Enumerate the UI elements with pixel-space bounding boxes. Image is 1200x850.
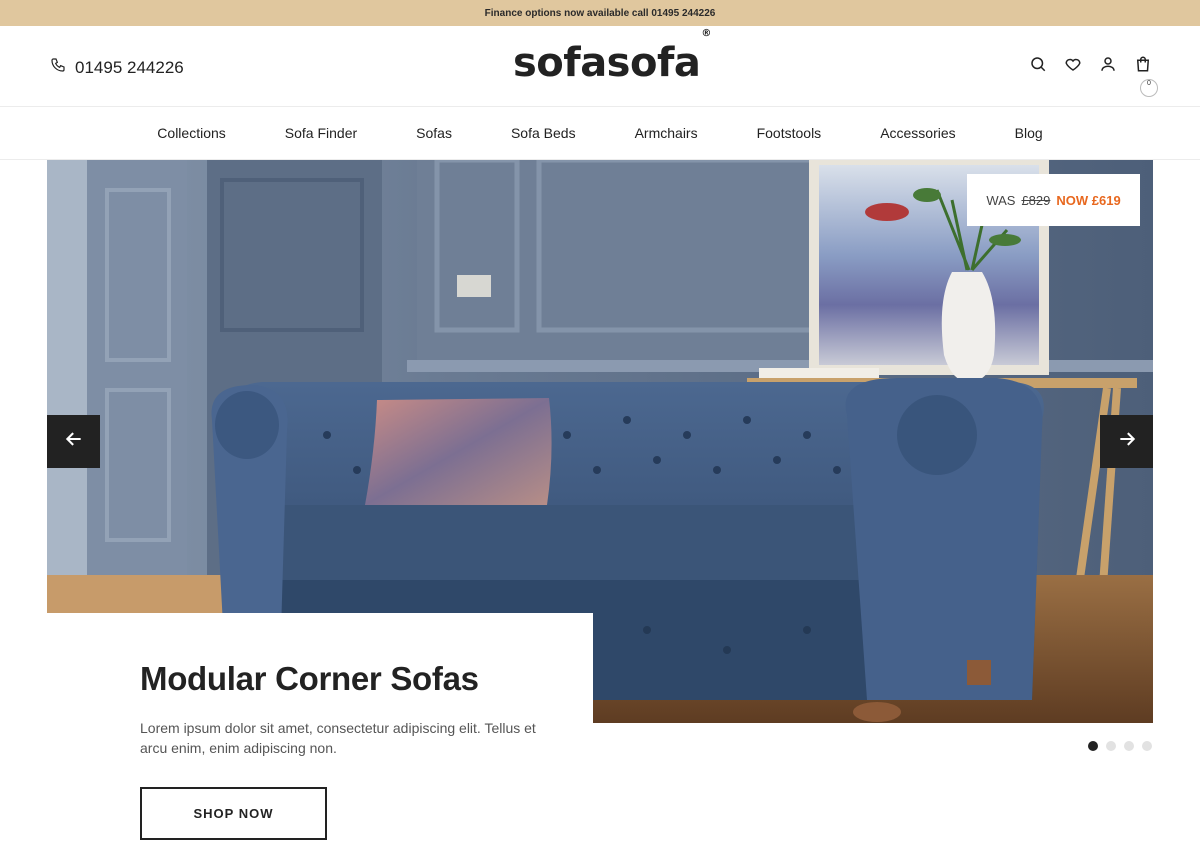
price-badge: WAS £829 NOW £619 (967, 174, 1140, 226)
slider-prev-button[interactable] (47, 415, 100, 468)
price-was-label: WAS (986, 192, 1016, 208)
nav-item-armchairs[interactable]: Armchairs (635, 125, 698, 141)
bag-icon[interactable]: 0 (1134, 55, 1158, 97)
registered-mark: ® (701, 27, 711, 39)
announcement-text: Finance options now available call 01495… (484, 7, 716, 19)
logo-text: sofasofa (513, 40, 701, 86)
slider-dots (1088, 741, 1152, 751)
user-icon[interactable] (1099, 55, 1117, 73)
arrow-right-icon (1117, 429, 1137, 454)
hero-title: Modular Corner Sofas (140, 660, 479, 697)
phone-icon (50, 57, 66, 78)
heart-icon[interactable] (1064, 55, 1082, 73)
nav-item-collections[interactable]: Collections (157, 125, 225, 141)
site-logo[interactable]: sofasofa® (513, 28, 711, 86)
shop-now-button[interactable]: SHOP NOW (140, 787, 327, 840)
phone-number: 01495 244226 (75, 57, 184, 77)
slider-dot-4[interactable] (1142, 741, 1152, 751)
nav-item-sofa-beds[interactable]: Sofa Beds (511, 125, 576, 141)
nav-item-footstools[interactable]: Footstools (757, 125, 822, 141)
slider-dot-2[interactable] (1106, 741, 1116, 751)
search-icon[interactable] (1029, 55, 1047, 73)
nav-item-blog[interactable]: Blog (1015, 125, 1043, 141)
arrow-left-icon (64, 429, 84, 454)
hero-description: Lorem ipsum dolor sit amet, consectetur … (140, 720, 536, 756)
announcement-bar: Finance options now available call 01495… (0, 0, 1200, 26)
nav-item-sofa-finder[interactable]: Sofa Finder (285, 125, 357, 141)
slider-dot-3[interactable] (1124, 741, 1134, 751)
phone-link[interactable]: 01495 244226 (50, 57, 184, 78)
slider-dot-1[interactable] (1088, 741, 1098, 751)
price-was: £829 (1021, 192, 1051, 208)
price-now: NOW £619 (1056, 192, 1121, 208)
main-nav: Collections Sofa Finder Sofas Sofa Beds … (0, 107, 1200, 160)
slider-next-button[interactable] (1100, 415, 1153, 468)
site-header: 01495 244226 sofasofa® 0 (0, 26, 1200, 107)
nav-item-accessories[interactable]: Accessories (880, 125, 955, 141)
nav-item-sofas[interactable]: Sofas (416, 125, 452, 141)
cart-count-badge: 0 (1140, 79, 1158, 97)
